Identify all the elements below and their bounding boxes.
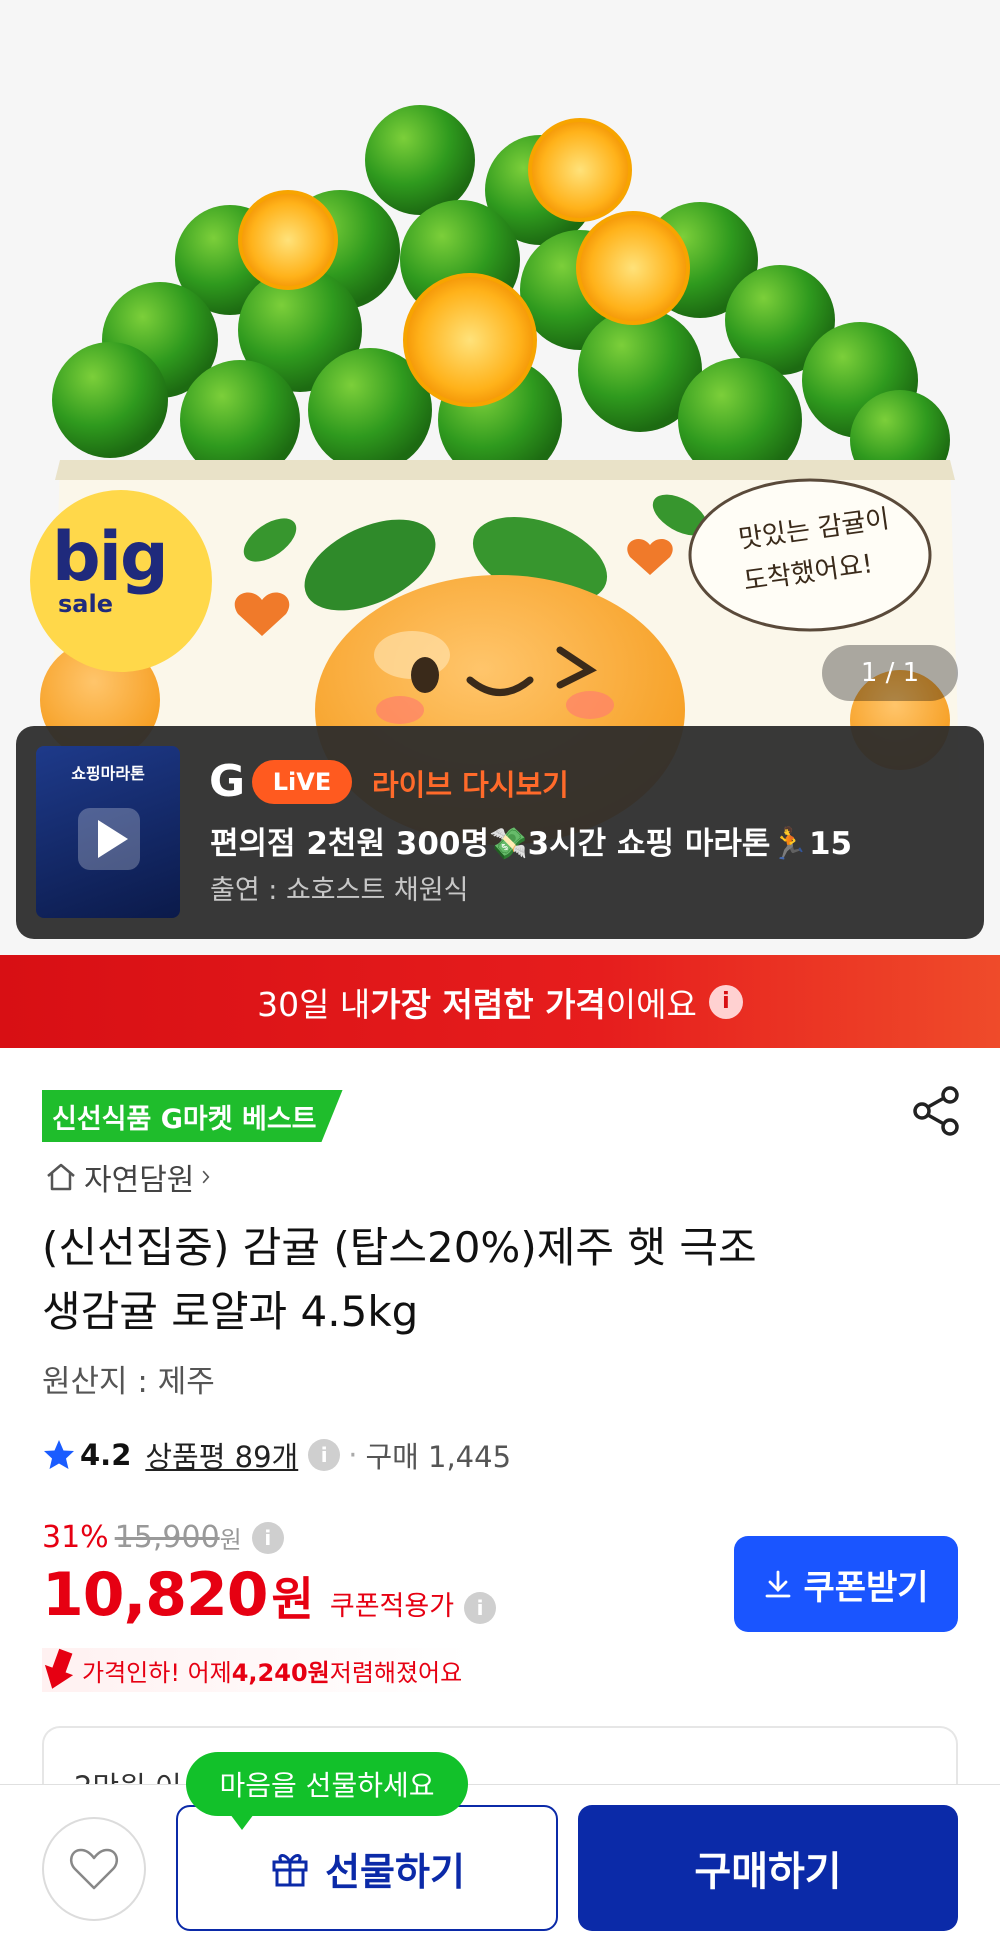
seller-link[interactable]: 자연담원: [44, 1155, 226, 1199]
gift-button-label: 선물하기: [325, 1849, 465, 1894]
home-icon: [47, 1163, 75, 1191]
rating-row: 4.2 상품평 89개 i · 구매 1,445: [42, 1434, 511, 1476]
best-seller-tag: 신선식품 G마켓 베스트: [42, 1090, 343, 1142]
live-host: 출연 : 쇼호스트 채원식: [210, 875, 469, 906]
wishlist-button[interactable]: [42, 1817, 146, 1921]
final-price-row: 10,820 원 쿠폰적용가 i: [42, 1560, 497, 1630]
coupon-applied-label: 쿠폰적용가: [329, 1591, 455, 1622]
original-price: 15,900: [114, 1520, 220, 1555]
badge-sale-text: sale: [58, 590, 113, 618]
live-thumbnail[interactable]: 쇼핑마라톤: [36, 746, 180, 918]
discount-rate: 31%: [42, 1520, 109, 1555]
lowest-price-suffix: 이에요: [605, 984, 697, 1024]
product-title-line1: (신선집중) 감귤 (탑스20%)제주 햇 극조: [42, 1223, 757, 1272]
heart-icon: [69, 1848, 119, 1890]
buy-button[interactable]: 구매하기: [578, 1805, 958, 1931]
info-icon[interactable]: i: [251, 1521, 284, 1554]
live-pill: LiVE: [252, 760, 352, 804]
gift-tooltip: 마음을 선물하세요: [186, 1752, 468, 1830]
product-title-line2: 생감귤 로얄과 4.5kg: [42, 1287, 419, 1336]
chevron-right-icon: [202, 1170, 210, 1184]
info-icon[interactable]: i: [308, 1439, 341, 1471]
buy-button-label: 구매하기: [694, 1849, 842, 1895]
rating-value: 4.2: [80, 1438, 132, 1472]
final-price-unit: 원: [271, 1572, 314, 1626]
price-drop-notice: 가격인하! 어제 4,240원 저렴해졌어요: [42, 1648, 471, 1692]
gift-icon: [272, 1854, 308, 1887]
play-icon: [78, 808, 140, 870]
gmarket-g-logo: G: [209, 756, 246, 807]
purchase-count: 구매 1,445: [365, 1440, 512, 1474]
review-count-link[interactable]: 상품평 89개: [145, 1434, 298, 1476]
product-origin: 원산지 : 제주: [42, 1364, 215, 1400]
info-icon[interactable]: i: [464, 1592, 497, 1624]
badge-big-text: big: [52, 518, 169, 597]
share-icon[interactable]: [912, 1085, 962, 1137]
get-coupon-button[interactable]: 쿠폰받기: [734, 1536, 958, 1632]
arrow-down-icon: [44, 1648, 74, 1689]
bottom-action-bar: 선물하기 구매하기: [0, 1784, 1000, 1951]
price-drop-prefix: 가격인하! 어제: [82, 1658, 232, 1687]
info-icon[interactable]: i: [708, 984, 743, 1019]
lowest-price-bar[interactable]: 30일 내 가장 저렴한 가격 이에요 i: [0, 955, 1000, 1048]
discount-row: 31% 15,900 원 i: [42, 1520, 284, 1555]
price-drop-suffix: 저렴해졌어요: [329, 1658, 463, 1687]
separator-dot: ·: [348, 1438, 358, 1472]
original-price-unit: 원: [219, 1526, 242, 1554]
star-icon: [44, 1440, 74, 1469]
get-coupon-label: 쿠폰받기: [803, 1567, 929, 1608]
price-drop-amount: 4,240원: [231, 1658, 330, 1687]
lowest-price-prefix: 30일 내: [257, 984, 371, 1024]
live-thumbnail-title: 쇼핑마라톤: [71, 764, 145, 783]
download-icon: [766, 1570, 791, 1598]
product-title: (신선집중) 감귤 (탑스20%)제주 햇 극조 생감귤 로얄과 4.5kg: [42, 1216, 942, 1344]
big-sale-badge: big sale: [30, 490, 212, 672]
lowest-price-bold: 가장 저렴한 가격: [370, 984, 606, 1024]
live-title: 편의점 2천원 300명💸3시간 쇼핑 마라톤🏃15: [210, 826, 853, 862]
live-replay-banner[interactable]: 쇼핑마라톤 G LiVE 라이브 다시보기 편의점 2천원 300명💸3시간 쇼…: [16, 726, 984, 939]
final-price: 10,820: [42, 1560, 269, 1630]
seller-name: 자연담원: [84, 1163, 195, 1198]
live-replay-label: 라이브 다시보기: [372, 768, 569, 802]
image-counter: 1 / 1: [822, 645, 958, 701]
